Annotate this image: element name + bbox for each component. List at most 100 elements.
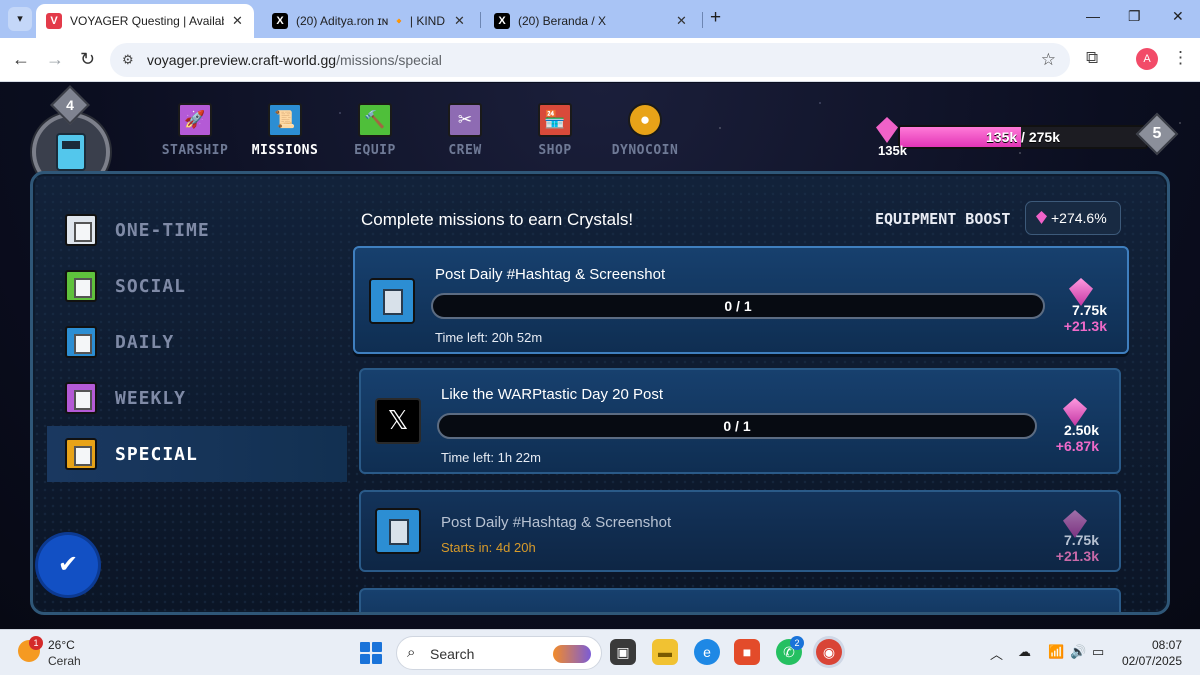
tab-voyager[interactable]: V VOYAGER Questing | Available f ✕ bbox=[36, 4, 254, 38]
equipment-boost-value[interactable]: +274.6% bbox=[1025, 201, 1121, 235]
tab-separator bbox=[480, 12, 481, 28]
close-icon[interactable]: ✕ bbox=[454, 13, 466, 29]
mission-title: Post Daily #Hashtag & Screenshot bbox=[435, 266, 666, 283]
crystal-count: 135k bbox=[878, 143, 907, 158]
clock-time[interactable]: 08:07 bbox=[1126, 638, 1182, 652]
nav-starship[interactable]: 🚀 STARSHIP bbox=[150, 103, 240, 158]
mission-card-upcoming[interactable]: Post Daily #Hashtag & Screenshot Starts … bbox=[359, 490, 1121, 572]
nav-missions[interactable]: 📜 MISSIONS bbox=[240, 103, 330, 158]
crown-scroll-icon bbox=[65, 438, 97, 470]
forward-icon[interactable]: → bbox=[46, 48, 64, 70]
mission-title: Post Daily #Hashtag & Screenshot bbox=[441, 514, 672, 531]
battery-icon[interactable]: ▭ bbox=[1092, 644, 1104, 660]
mission-reward: 7.75k +21.3k bbox=[1063, 302, 1107, 334]
back-icon[interactable]: ← bbox=[12, 48, 30, 70]
file-explorer-icon[interactable]: ▬ bbox=[652, 639, 678, 665]
nav-crew[interactable]: ✂ CREW bbox=[420, 103, 510, 158]
scroll-icon bbox=[65, 326, 97, 358]
store-icon[interactable]: ■ bbox=[734, 639, 760, 665]
main-nav: 🚀 STARSHIP 📜 MISSIONS 🔨 EQUIP ✂ CREW 🏪 S… bbox=[150, 103, 690, 158]
nav-shop[interactable]: 🏪 SHOP bbox=[510, 103, 600, 158]
volume-icon[interactable]: 🔊 bbox=[1070, 644, 1086, 660]
game-viewport: 4 🚀 STARSHIP 📜 MISSIONS 🔨 EQUIP ✂ CREW 🏪… bbox=[0, 83, 1200, 629]
missions-header: Complete missions to earn Crystals! bbox=[361, 210, 634, 229]
equipment-boost-label: EQUIPMENT BOOST bbox=[875, 210, 1011, 228]
xp-progress-text: 135k / 275k bbox=[986, 129, 1060, 145]
minimize-icon[interactable]: — bbox=[1086, 8, 1100, 24]
whatsapp-badge: 2 bbox=[790, 636, 804, 650]
task-view-icon[interactable]: ▣ bbox=[610, 639, 636, 665]
category-social[interactable]: SOCIAL bbox=[47, 258, 347, 314]
site-settings-icon[interactable]: ⚙ bbox=[122, 52, 134, 68]
category-one-time[interactable]: ONE-TIME bbox=[47, 202, 347, 258]
tab-title: VOYAGER Questing | Available f bbox=[70, 14, 224, 28]
category-daily[interactable]: DAILY bbox=[47, 314, 347, 370]
category-weekly[interactable]: WEEKLY bbox=[47, 370, 347, 426]
crystal-icon bbox=[876, 117, 898, 143]
mission-time-left: Time left: 20h 52m bbox=[435, 330, 543, 345]
robot-avatar-icon bbox=[56, 133, 86, 171]
search-highlight-icon bbox=[553, 645, 591, 663]
tab-x-home[interactable]: X (20) Beranda / X ✕ bbox=[484, 4, 698, 38]
mission-card[interactable]: Post Daily #Hashtag & Screenshot 0 / 1 T… bbox=[353, 246, 1129, 354]
weather-badge: 1 bbox=[29, 636, 43, 650]
scroll-icon bbox=[375, 508, 421, 554]
close-icon[interactable]: ✕ bbox=[232, 13, 244, 29]
shield-check-icon[interactable]: ✔ bbox=[38, 535, 98, 595]
tab-x-profile[interactable]: X (20) Aditya.ron ɪɴ 🔸 | KIND di X ✕ bbox=[262, 4, 476, 38]
tab-search-button[interactable]: ▾ bbox=[8, 7, 32, 31]
clock-date[interactable]: 02/07/2025 bbox=[1112, 654, 1182, 668]
mission-card[interactable]: 𝕏 Like the WARPtastic Day 20 Post 0 / 1 … bbox=[359, 368, 1121, 474]
crystal-icon bbox=[1036, 211, 1047, 224]
reload-icon[interactable]: ↻ bbox=[80, 48, 95, 70]
new-tab-button[interactable]: + bbox=[710, 8, 721, 28]
search-icon: ⌕ bbox=[407, 644, 416, 661]
mission-progress: 0 / 1 bbox=[437, 413, 1037, 439]
nav-dynocoin[interactable]: ● DYNOCOIN bbox=[600, 103, 690, 158]
edge-icon[interactable]: e bbox=[694, 639, 720, 665]
wifi-icon[interactable]: 📶 bbox=[1048, 644, 1064, 660]
menu-kebab-icon[interactable]: ⋮ bbox=[1172, 48, 1189, 68]
scroll-icon bbox=[65, 214, 97, 246]
weather-condition[interactable]: Cerah bbox=[48, 654, 81, 668]
browser-toolbar: ← → ↻ ⚙ voyager.preview.craft-world.gg/m… bbox=[0, 38, 1200, 82]
hammer-icon: 🔨 bbox=[358, 103, 392, 137]
x-logo-icon: X bbox=[494, 13, 510, 29]
url-text: voyager.preview.craft-world.gg/missions/… bbox=[147, 52, 442, 68]
category-special[interactable]: SPECIAL bbox=[47, 426, 347, 482]
voyager-favicon-icon: V bbox=[46, 13, 62, 29]
coin-icon: ● bbox=[628, 103, 662, 137]
mission-reward: 7.75k +21.3k bbox=[1055, 532, 1099, 564]
x-logo-icon: X bbox=[272, 13, 288, 29]
tab-title: (20) Aditya.ron ɪɴ 🔸 | KIND di X bbox=[296, 14, 446, 28]
crew-icon: ✂ bbox=[448, 103, 482, 137]
extensions-icon[interactable]: ⧉ bbox=[1086, 48, 1098, 68]
tab-separator bbox=[702, 12, 703, 28]
mission-progress: 0 / 1 bbox=[431, 293, 1045, 319]
mission-reward: 2.50k +6.87k bbox=[1055, 422, 1099, 454]
tab-strip: ▾ V VOYAGER Questing | Available f ✕ X (… bbox=[0, 0, 1200, 38]
bookmark-star-icon[interactable]: ☆ bbox=[1041, 50, 1056, 70]
windows-start-icon[interactable] bbox=[360, 642, 382, 664]
scroll-icon bbox=[65, 270, 97, 302]
close-window-icon[interactable]: ✕ bbox=[1172, 8, 1184, 25]
restore-icon[interactable]: ❐ bbox=[1128, 8, 1141, 25]
mission-card[interactable] bbox=[359, 588, 1121, 612]
taskbar-search[interactable]: ⌕ Search bbox=[396, 636, 602, 670]
scroll-icon bbox=[65, 382, 97, 414]
mission-time-left: Time left: 1h 22m bbox=[441, 450, 541, 465]
chrome-icon[interactable]: ◉ bbox=[816, 639, 842, 665]
mission-starts-in: Starts in: 4d 20h bbox=[441, 540, 536, 555]
xp-bar: 135k / 275k bbox=[898, 125, 1148, 149]
weather-temperature[interactable]: 26°C bbox=[48, 638, 75, 652]
scroll-icon: 📜 bbox=[268, 103, 302, 137]
cloud-icon[interactable]: ☁ bbox=[1018, 644, 1031, 660]
tray-overflow-icon[interactable]: ︿ bbox=[990, 644, 1003, 663]
rocket-icon: 🚀 bbox=[178, 103, 212, 137]
mission-title: Like the WARPtastic Day 20 Post bbox=[441, 386, 664, 403]
address-bar[interactable]: ⚙ voyager.preview.craft-world.gg/mission… bbox=[110, 43, 1070, 77]
missions-panel: ONE-TIME SOCIAL DAILY WEEKLY SPECIAL Com… bbox=[30, 171, 1170, 615]
profile-avatar[interactable]: A bbox=[1136, 48, 1158, 70]
nav-equip[interactable]: 🔨 EQUIP bbox=[330, 103, 420, 158]
close-icon[interactable]: ✕ bbox=[676, 13, 688, 29]
